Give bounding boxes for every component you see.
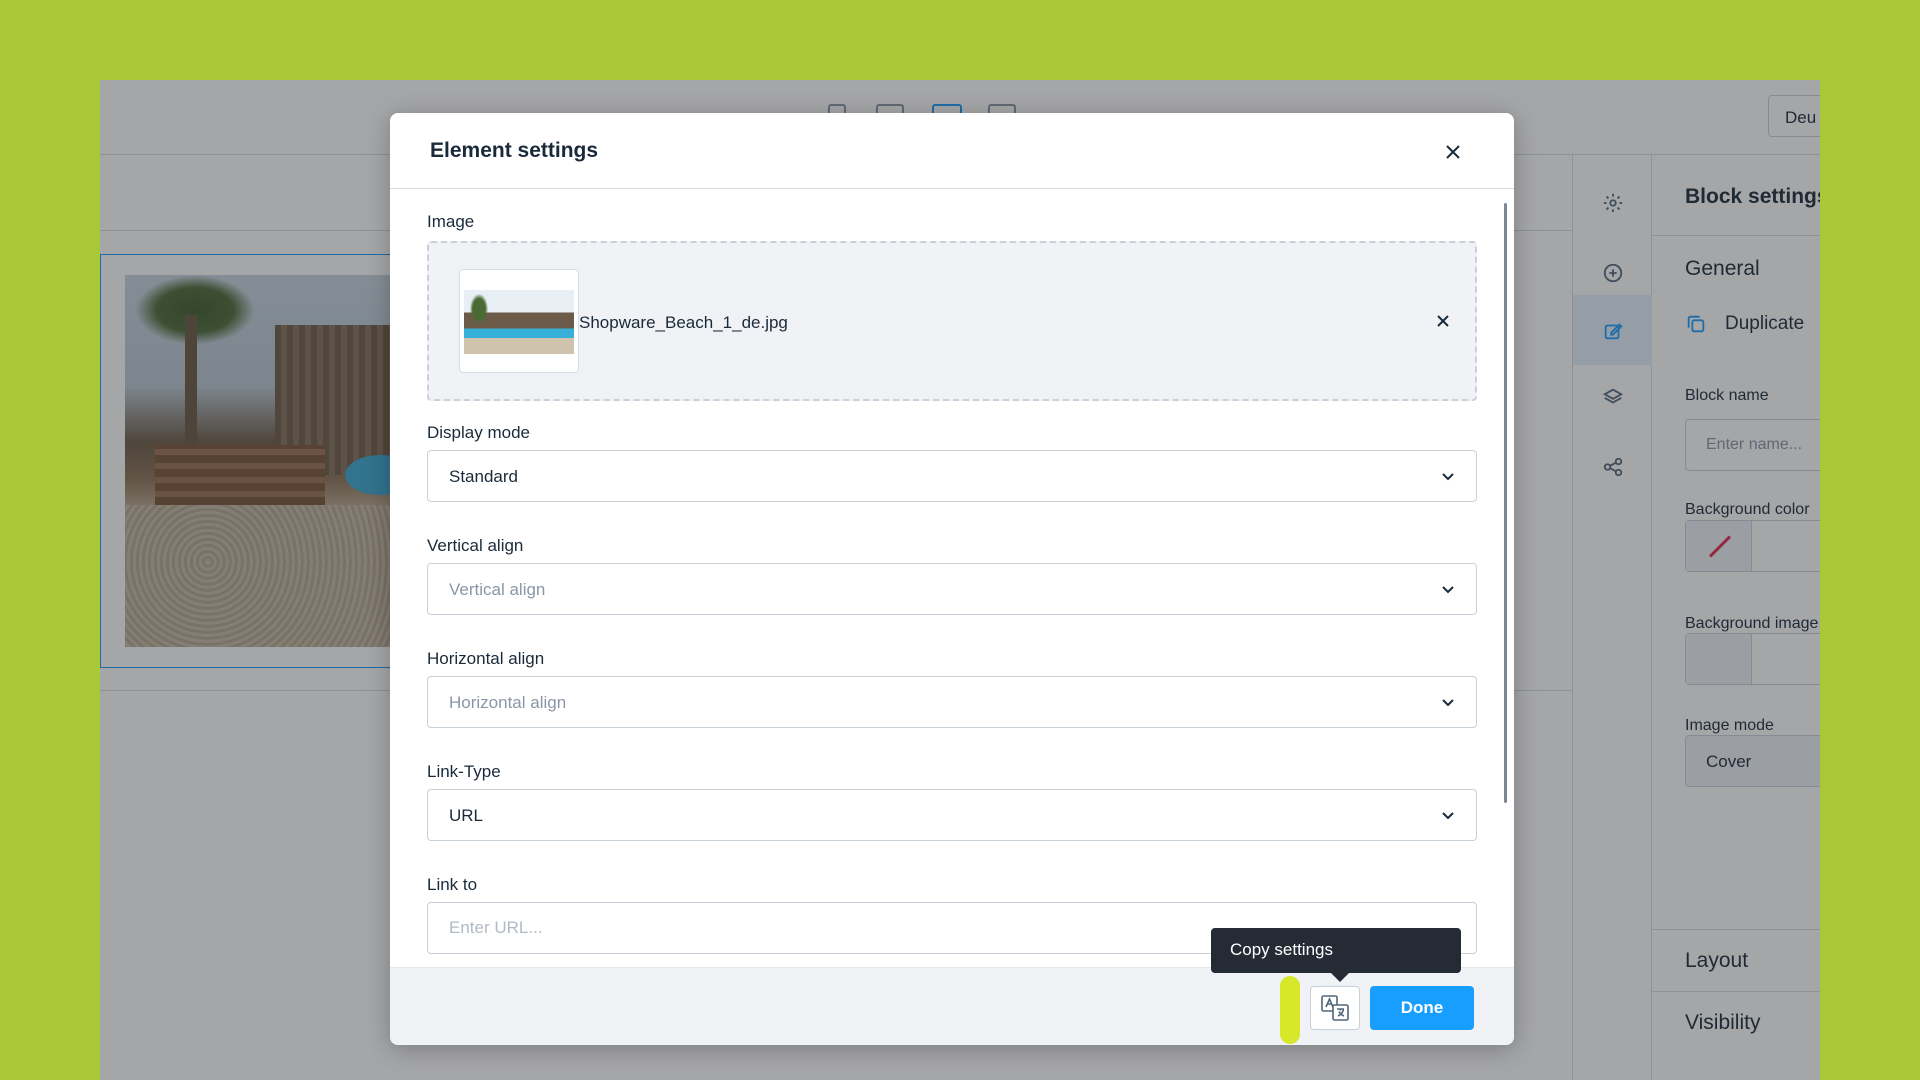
copy-settings-button[interactable]: [1310, 986, 1360, 1030]
link-type-label: Link-Type: [427, 762, 501, 781]
horizontal-align-placeholder: Horizontal align: [449, 693, 567, 712]
chevron-down-icon: [1440, 695, 1456, 711]
link-type-select[interactable]: URL: [427, 789, 1477, 841]
horizontal-align-label: Horizontal align: [427, 649, 545, 668]
chevron-down-icon: [1440, 582, 1456, 598]
remove-image-icon[interactable]: [1429, 307, 1457, 335]
horizontal-align-select[interactable]: Horizontal align: [427, 676, 1477, 728]
image-dropzone[interactable]: Shopware_Beach_1_de.jpg: [427, 241, 1477, 401]
translate-icon: [1321, 995, 1349, 1021]
vertical-align-select[interactable]: Vertical align: [427, 563, 1477, 615]
modal-title: Element settings: [430, 139, 599, 162]
close-icon[interactable]: [1438, 137, 1468, 167]
modal-body: Image Shopware_Beach_1_de.jpg Display mo…: [390, 189, 1514, 967]
chevron-down-icon: [1440, 808, 1456, 824]
link-to-label: Link to: [427, 875, 478, 894]
vertical-align-placeholder: Vertical align: [449, 580, 546, 599]
image-thumbnail[interactable]: [459, 269, 579, 373]
display-mode-value: Standard: [449, 467, 518, 486]
done-button[interactable]: Done: [1370, 986, 1474, 1030]
element-settings-modal: Element settings Image Shopware_Beach_1_…: [390, 113, 1514, 1045]
image-label: Image: [427, 212, 475, 231]
image-file-name: Shopware_Beach_1_de.jpg: [579, 313, 788, 332]
display-mode-select[interactable]: Standard: [427, 450, 1477, 502]
display-mode-label: Display mode: [427, 423, 530, 442]
scrollbar[interactable]: [1504, 203, 1507, 803]
copy-settings-tooltip: Copy settings: [1211, 928, 1461, 982]
chevron-down-icon: [1440, 469, 1456, 485]
modal-header: Element settings: [390, 113, 1514, 189]
vertical-align-label: Vertical align: [427, 536, 524, 555]
link-type-value: URL: [449, 806, 484, 825]
highlight-marker: [1280, 976, 1300, 1044]
thumbnail-preview: [464, 290, 574, 354]
